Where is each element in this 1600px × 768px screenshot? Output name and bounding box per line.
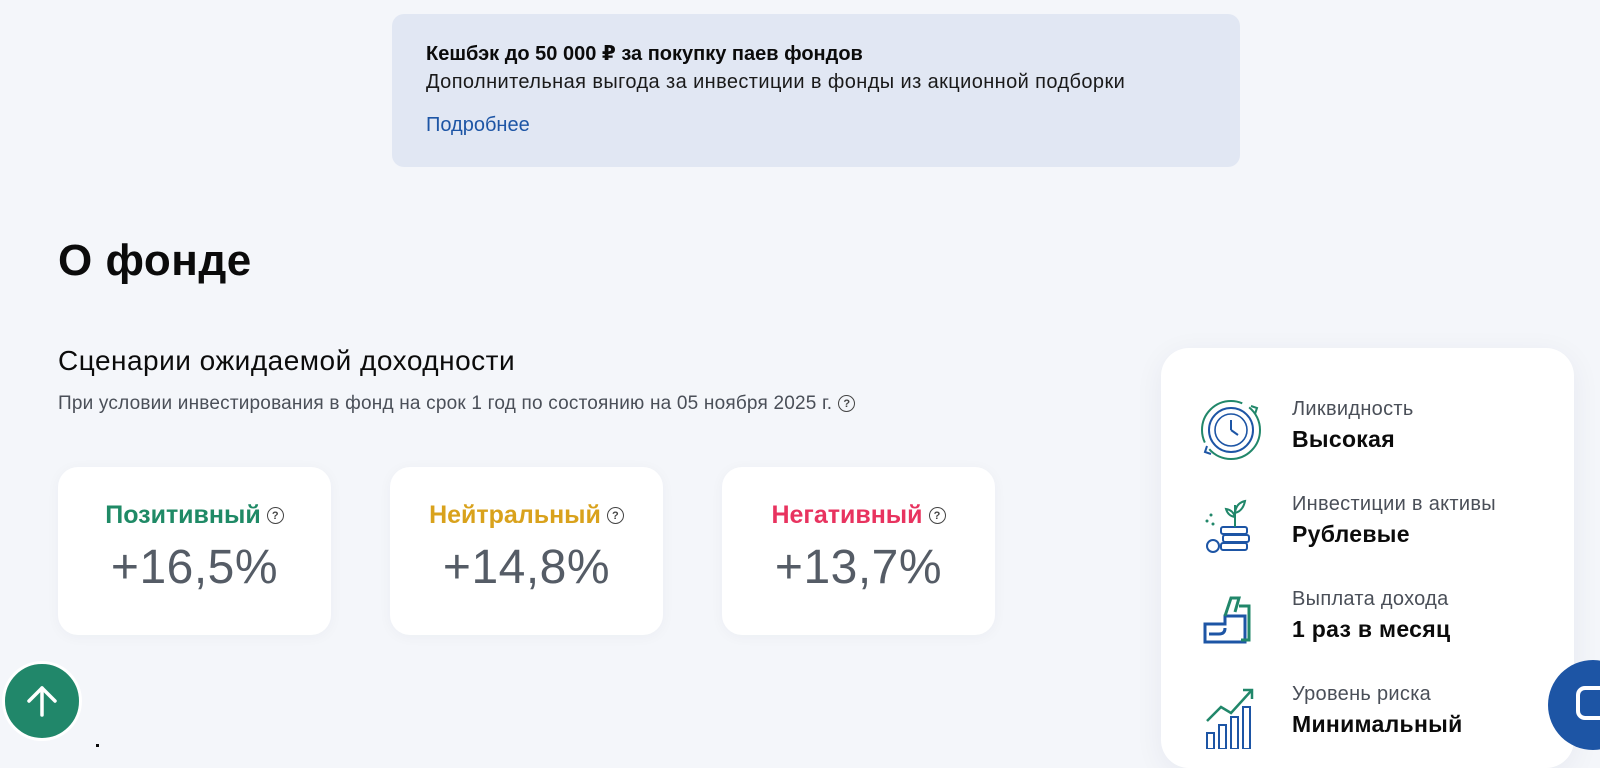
scenario-label: Позитивный? (105, 501, 284, 530)
help-icon[interactable]: ? (266, 507, 284, 524)
info-item-assets: Инвестиции в активы Рублевые (1199, 491, 1559, 563)
scenarios-subtitle: При условии инвестирования в фонд на сро… (58, 393, 856, 415)
banner-title: Кешбэк до 50 000 ₽ за покупку паев фондо… (426, 43, 863, 65)
clock-cycle-icon (1201, 400, 1261, 460)
scenario-card-neutral: Нейтральный? +14,8% (390, 467, 663, 635)
fund-info-panel: Ликвидность Высокая Инвестиции в активы … (1161, 348, 1574, 768)
coins-plant-icon (1205, 499, 1250, 553)
scenario-label-text: Нейтральный (429, 501, 601, 529)
banner-more-link[interactable]: Подробнее (426, 114, 530, 137)
scenario-value: +13,7% (774, 541, 943, 594)
payment-hand-icon (1203, 596, 1251, 644)
scenario-value: +14,8% (442, 541, 611, 594)
promo-banner: Кешбэк до 50 000 ₽ за покупку паев фондо… (392, 14, 1240, 167)
scenario-label-text: Позитивный (105, 501, 261, 529)
info-value: Рублевые (1292, 521, 1410, 547)
info-value: 1 раз в месяц (1292, 616, 1451, 642)
scenarios-subtitle-text: При условии инвестирования в фонд на сро… (58, 393, 833, 414)
growth-chart-icon (1206, 688, 1254, 749)
scenario-label: Негативный? (771, 501, 946, 530)
scenario-value: +16,5% (110, 541, 279, 594)
help-icon[interactable]: ? (606, 507, 624, 524)
scenario-card-positive: Позитивный? +16,5% (58, 467, 331, 635)
info-label: Инвестиции в активы (1292, 493, 1496, 515)
banner-text: Дополнительная выгода за инвестиции в фо… (426, 71, 1126, 93)
info-label: Ликвидность (1292, 398, 1414, 420)
info-label: Выплата дохода (1292, 588, 1449, 610)
help-icon[interactable]: ? (838, 395, 856, 413)
info-value: Высокая (1292, 426, 1395, 452)
scenarios-title: Сценарии ожидаемой доходности (58, 345, 516, 376)
arrow-up-icon (27, 686, 57, 717)
chat-icon (1576, 686, 1600, 720)
info-item-liquidity: Ликвидность Высокая (1199, 396, 1559, 468)
info-item-risk: Уровень риска Минимальный (1199, 681, 1559, 753)
scenario-label: Нейтральный? (429, 501, 624, 530)
help-icon[interactable]: ? (928, 507, 946, 524)
info-label: Уровень риска (1292, 683, 1432, 705)
scenario-label-text: Негативный (771, 501, 923, 529)
scenario-card-negative: Негативный? +13,7% (722, 467, 995, 635)
section-title: О фонде (58, 236, 252, 285)
info-value: Минимальный (1292, 711, 1463, 737)
scroll-up-button[interactable] (2, 661, 82, 741)
info-item-payout: Выплата дохода 1 раз в месяц (1199, 586, 1559, 658)
